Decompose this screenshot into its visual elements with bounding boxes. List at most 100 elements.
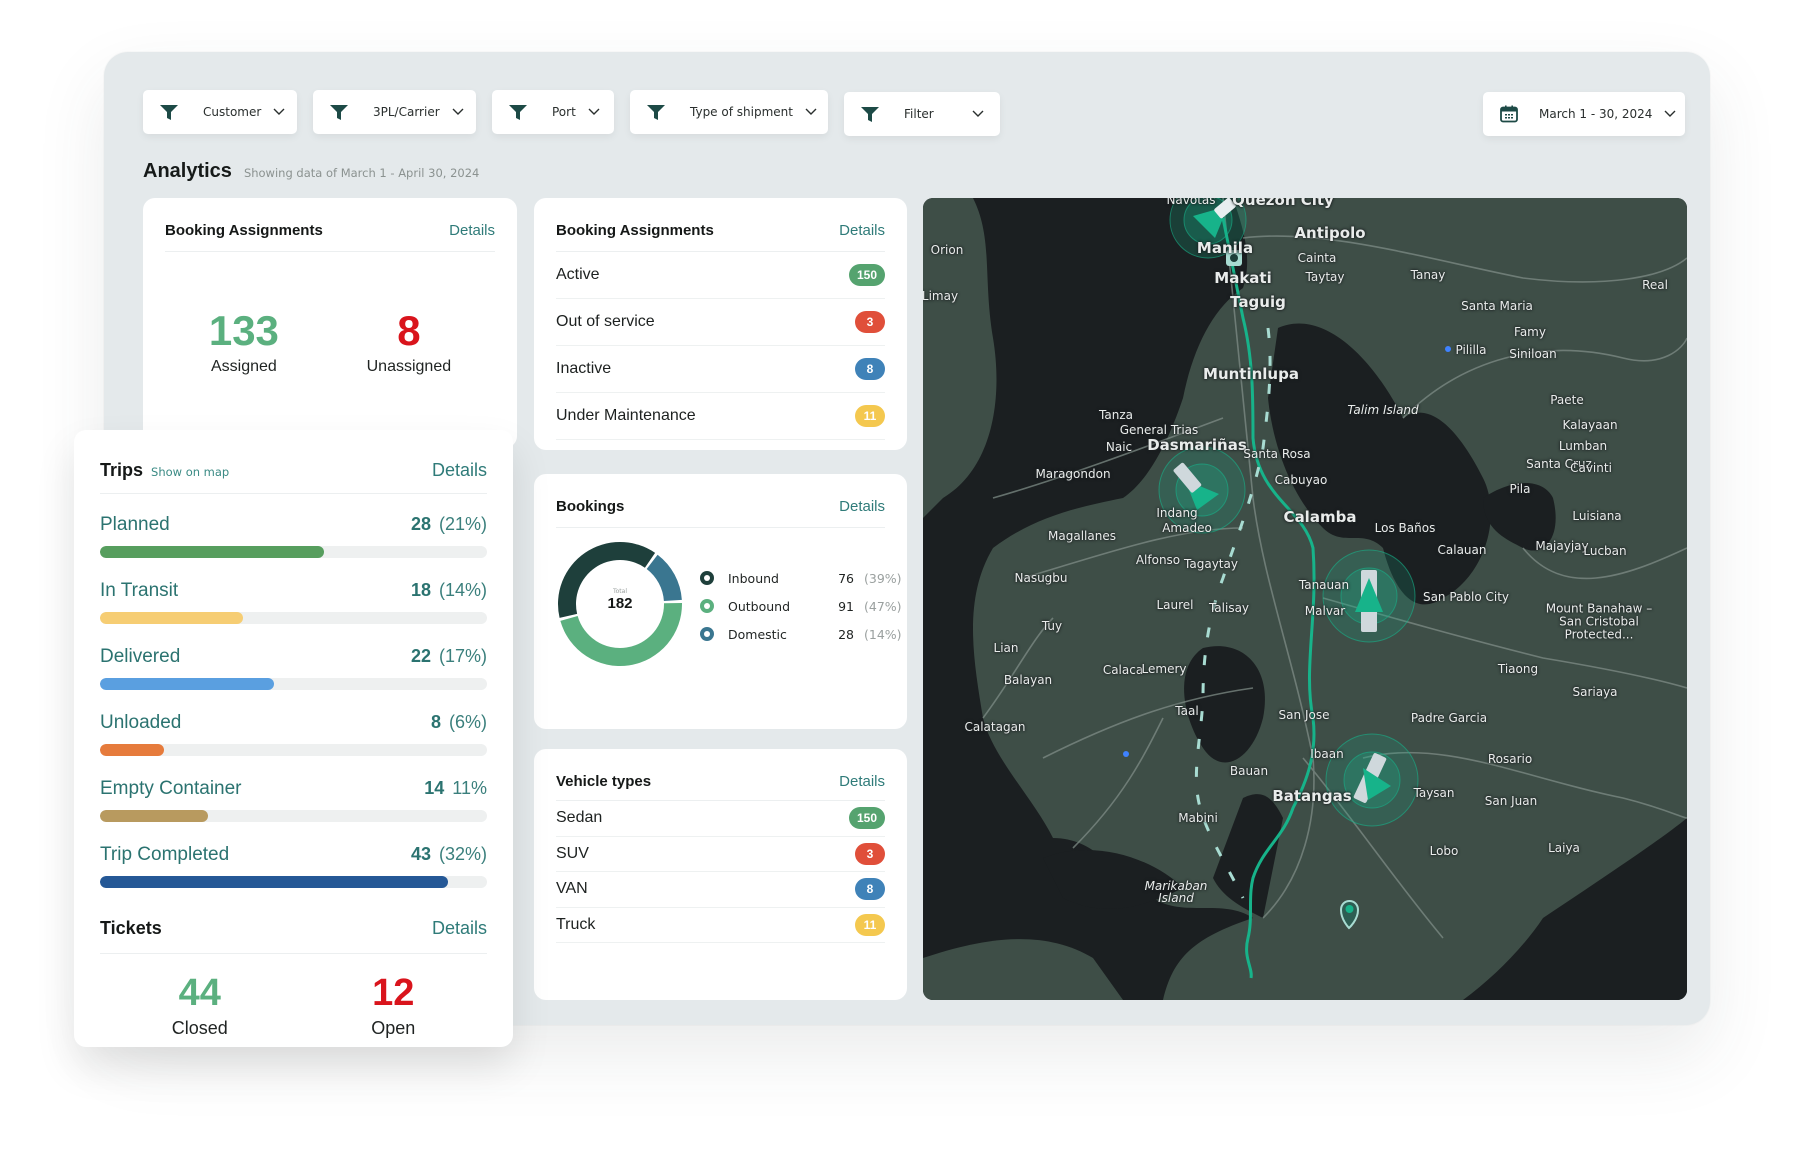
filter-generic[interactable]: Filter <box>844 92 1000 136</box>
map-place-label: Cabuyao <box>1274 473 1328 487</box>
tickets-closed-stat: 44 Closed <box>172 974 228 1039</box>
tickets-open-stat: 12 Open <box>371 974 415 1039</box>
map-place-label: Mount Banahaw – San Cristobal Protected.… <box>1545 601 1653 642</box>
legend-marker-icon <box>700 571 714 585</box>
map-place-label: Mabini <box>1178 811 1218 825</box>
list-row[interactable]: Out of service 3 <box>556 299 885 346</box>
map-place-label: Quezon City <box>1232 198 1334 209</box>
map-place-label: Majayjay <box>1535 539 1589 553</box>
closed-count: 44 <box>178 972 221 1014</box>
trip-status-count: 14 <box>424 778 445 798</box>
map-place-label: Tiaong <box>1497 662 1539 676</box>
unassigned-count: 8 <box>397 307 421 354</box>
count-badge: 150 <box>848 264 885 286</box>
count-badge: 150 <box>848 807 885 830</box>
map-place-label: Los Baños <box>1374 521 1436 535</box>
donut-slice-outbound[interactable] <box>560 602 682 666</box>
details-link[interactable]: Details <box>839 222 885 239</box>
map-canvas <box>923 198 1687 1000</box>
row-label: Truck <box>556 915 596 933</box>
count-badge: 3 <box>855 842 885 865</box>
legend-item: Domestic 28 (14%) <box>700 620 902 648</box>
funnel-icon <box>330 105 348 120</box>
map-place-label: Lumban <box>1558 439 1608 453</box>
trip-status-row[interactable]: Trip Completed 43 (32%) <box>100 844 487 888</box>
map-place-label: Cainta <box>1297 251 1337 265</box>
count-badge: 11 <box>855 913 885 936</box>
filter-shipment-type[interactable]: Type of shipment <box>630 90 828 134</box>
row-label: SUV <box>556 844 589 862</box>
list-row[interactable]: SUV 3 <box>556 837 885 872</box>
map-place-label: Santa Maria <box>1461 299 1533 313</box>
filter-label: Filter <box>904 107 934 121</box>
date-range-label: March 1 - 30, 2024 <box>1539 107 1653 121</box>
map-place-label: Marikaban Island <box>1144 879 1208 905</box>
map-place-label: Tanay <box>1410 268 1446 282</box>
chevron-down-icon <box>273 108 285 115</box>
trip-status-percent: (32%) <box>438 844 487 864</box>
count-badge: 8 <box>855 878 885 901</box>
trip-status-percent: (14%) <box>438 580 487 600</box>
unassigned-label: Unassigned <box>366 358 452 375</box>
details-link[interactable]: Details <box>432 918 487 939</box>
map-place-label: General Trias <box>1119 423 1199 437</box>
date-range-picker[interactable]: March 1 - 30, 2024 <box>1483 92 1685 136</box>
row-label: Active <box>556 266 600 283</box>
filter-customer[interactable]: Customer <box>143 90 297 134</box>
chevron-down-icon <box>805 108 817 115</box>
legend-item: Outbound 91 (47%) <box>700 592 902 620</box>
trip-status-row[interactable]: Empty Container 14 11% <box>100 778 487 822</box>
legend-value: 28 <box>838 626 854 642</box>
map-place-label: Laurel <box>1156 598 1194 612</box>
trip-progress-bar <box>100 612 487 624</box>
map-place-label: Padre Garcia <box>1410 711 1488 725</box>
filter-label: Type of shipment <box>690 105 793 119</box>
map-place-label: Laiya <box>1548 841 1580 855</box>
list-row[interactable]: VAN 8 <box>556 872 885 908</box>
trip-status-row[interactable]: Delivered 22 (17%) <box>100 646 487 690</box>
row-label: VAN <box>556 880 588 898</box>
trip-progress-bar <box>100 744 487 756</box>
list-row[interactable]: Truck 11 <box>556 908 885 943</box>
map-place-label: Talisay <box>1208 601 1250 615</box>
map-place-label: Naic <box>1105 440 1133 454</box>
map-place-label: Luisiana <box>1572 509 1622 523</box>
chevron-down-icon <box>452 108 464 115</box>
chevron-down-icon <box>972 110 984 117</box>
map-place-label: Tanza <box>1099 408 1133 422</box>
map-place-label: Real <box>1642 278 1668 292</box>
trip-status-count: 28 <box>410 514 431 534</box>
list-row[interactable]: Under Maintenance 11 <box>556 393 885 440</box>
details-link[interactable]: Details <box>449 222 495 239</box>
map-place-label: Balayan <box>1003 673 1053 687</box>
details-link[interactable]: Details <box>432 460 487 481</box>
map-place-label: Malvar <box>1304 604 1346 618</box>
chevron-down-icon <box>588 108 600 115</box>
trip-status-row[interactable]: Planned 28 (21%) <box>100 514 487 558</box>
map-place-label: San Juan <box>1484 794 1538 808</box>
map-view[interactable]: Quezon City Navotas Manila Makati Taguig Anti… <box>923 198 1687 1000</box>
legend-item: Inbound 76 (39%) <box>700 564 902 592</box>
donut-total-label: Total <box>612 588 627 595</box>
details-link[interactable]: Details <box>839 498 885 515</box>
count-badge: 11 <box>855 405 885 427</box>
map-place-label: Pila <box>1509 482 1531 496</box>
map-place-label: Antipolo <box>1294 224 1366 242</box>
legend-percent: (14%) <box>864 626 902 642</box>
row-label: Inactive <box>556 360 612 377</box>
legend-percent: (47%) <box>864 598 902 614</box>
trip-status-row[interactable]: In Transit 18 (14%) <box>100 580 487 624</box>
list-row[interactable]: Sedan 150 <box>556 801 885 837</box>
trip-status-row[interactable]: Unloaded 8 (6%) <box>100 712 487 756</box>
filter-carrier[interactable]: 3PL/Carrier <box>313 90 476 134</box>
list-row[interactable]: Active 150 <box>556 252 885 299</box>
map-place-label: San Jose <box>1278 708 1330 722</box>
details-link[interactable]: Details <box>839 773 885 790</box>
bookings-donut: Total 182 <box>556 540 684 668</box>
show-on-map-link[interactable]: Show on map <box>151 465 229 479</box>
map-place-label: Tuy <box>1041 619 1063 633</box>
list-row[interactable]: Inactive 8 <box>556 346 885 393</box>
legend-value: 91 <box>838 598 854 614</box>
filter-port[interactable]: Port <box>492 90 614 134</box>
map-place-label: Pililla <box>1455 343 1487 357</box>
